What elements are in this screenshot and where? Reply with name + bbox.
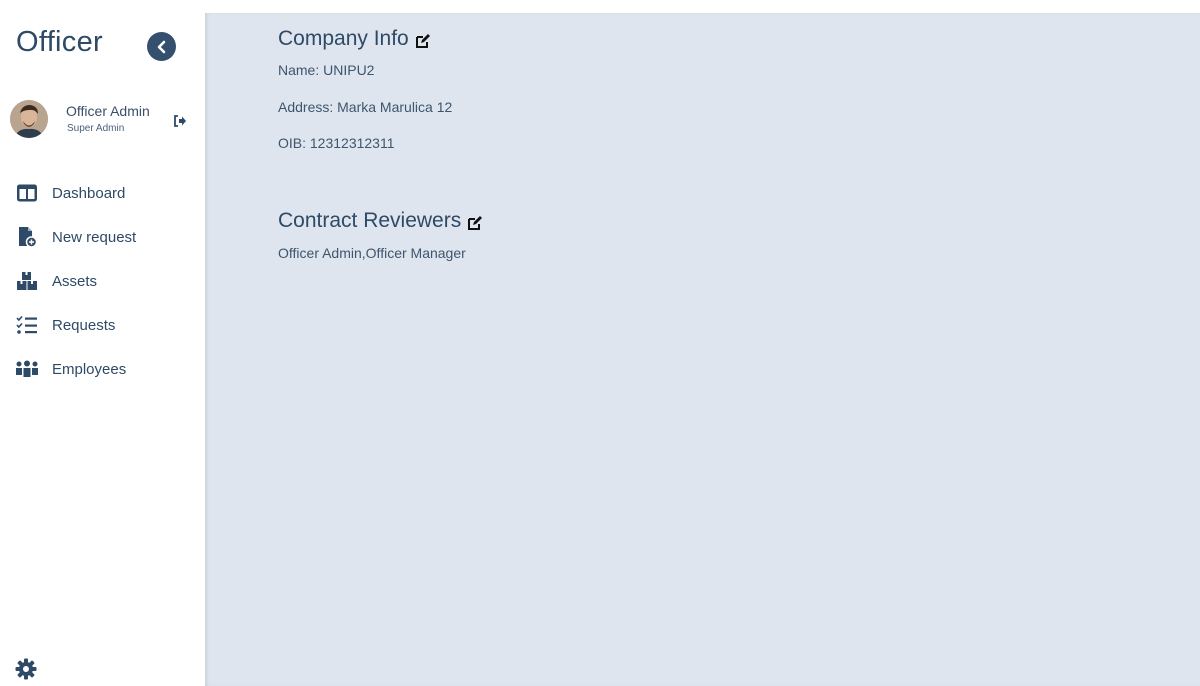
company-info-title: Company Info xyxy=(278,27,409,50)
company-info-section: Company Info xyxy=(278,27,431,51)
edit-icon[interactable] xyxy=(415,31,431,48)
dashboard-icon xyxy=(15,181,39,205)
sidebar-item-employees[interactable]: Employees xyxy=(0,351,205,387)
sidebar-item-assets[interactable]: Assets xyxy=(0,263,205,299)
sidebar-item-new-request[interactable]: New request xyxy=(0,219,205,255)
collapse-sidebar-button[interactable] xyxy=(147,32,176,61)
app-brand: Officer xyxy=(16,26,103,58)
sidebar-item-label: Dashboard xyxy=(52,184,126,202)
contract-reviewers-list: Officer Admin,Officer Manager xyxy=(278,245,466,261)
chevron-left-icon xyxy=(157,40,165,53)
sidebar-item-label: New request xyxy=(52,228,137,246)
employees-icon xyxy=(15,357,39,381)
sidebar-item-dashboard[interactable]: Dashboard xyxy=(0,175,205,211)
sidebar: Officer Officer Admin Super Admin Dashbo… xyxy=(0,0,205,686)
contract-reviewers-section: Contract Reviewers xyxy=(278,209,483,233)
assets-icon xyxy=(15,269,39,293)
contract-reviewers-title: Contract Reviewers xyxy=(278,209,462,232)
user-role: Super Admin xyxy=(67,123,125,134)
gear-icon[interactable] xyxy=(15,658,37,680)
sidebar-item-requests[interactable]: Requests xyxy=(0,307,205,343)
company-address: Address: Marka Marulica 12 xyxy=(278,99,453,115)
sidebar-item-label: Assets xyxy=(52,272,98,290)
user-name: Officer Admin xyxy=(66,103,150,119)
company-oib: OIB: 12312312311 xyxy=(278,135,395,151)
company-name: Name: UNIPU2 xyxy=(278,62,375,78)
main-content: Company Info Name: UNIPU2 Address: Marka… xyxy=(205,13,1200,686)
sidebar-item-label: Requests xyxy=(52,316,116,334)
new-request-icon xyxy=(15,225,39,249)
logout-icon[interactable] xyxy=(172,113,188,129)
edit-icon[interactable] xyxy=(467,213,483,230)
sidebar-item-label: Employees xyxy=(52,360,127,378)
requests-icon xyxy=(15,313,39,337)
avatar xyxy=(10,100,48,138)
